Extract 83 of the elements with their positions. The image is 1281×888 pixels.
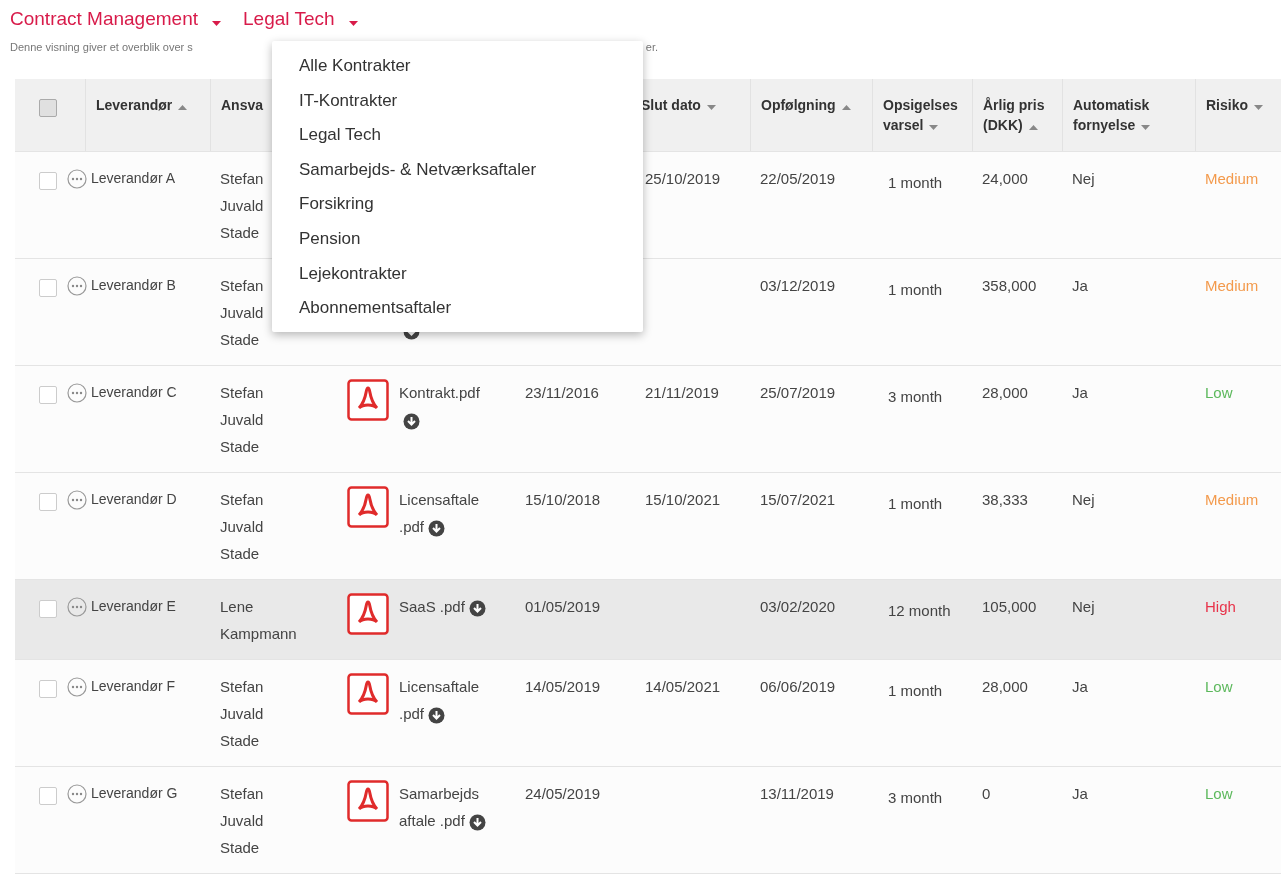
file-link[interactable]: Samarbejds aftale .pdf [399,780,494,834]
file-link[interactable]: Kontrakt.pdf [399,379,494,433]
owner-text: Stefan Juvald Stade [220,677,265,751]
owner-text: Stefan Juvald Stade [220,784,265,858]
dropdown-item[interactable]: Abonnementsaftaler [272,291,643,326]
file-link[interactable]: Licensaftale .pdf [399,673,494,727]
notice-text: 3 month [888,788,943,808]
risk-label: Medium [1205,276,1259,296]
owner-text: Stefan Juvald Stade [220,490,265,564]
owner-text: Stefan Juvald Stade [220,276,265,350]
supplier-text: Leverandør F [91,677,176,696]
risk-label: Low [1205,784,1233,804]
column-header[interactable]: Leverandør [96,95,188,115]
risk-label: High [1205,597,1236,617]
supplier-text: Leverandør C [91,383,177,402]
column-header[interactable]: Opsigelses varsel [883,95,968,135]
menu-dropdown-button[interactable]: Legal Tech [243,8,358,30]
start-date-text: 15/10/2018 [525,490,601,510]
menu-dropdown-button[interactable]: Contract Management [10,8,221,30]
notice-text: 1 month [888,494,943,514]
supplier-text: Leverandør G [91,784,178,803]
dropdown-item[interactable]: Pension [272,221,643,257]
description-text: Denne visning giver et overblik over s [10,41,193,53]
risk-label: Low [1205,677,1233,697]
supplier-text: Leverandør D [91,490,177,509]
column-header[interactable]: Risiko [1206,95,1263,115]
risk-label: Medium [1205,490,1259,510]
followup-date-text: 15/07/2021 [760,490,836,510]
file-link[interactable]: SaaS .pdf [399,593,486,635]
notice-text: 1 month [888,173,943,193]
risk-label: Low [1205,383,1233,403]
followup-date-text: 03/02/2020 [760,597,836,617]
price-text: 28,000 [982,383,1028,403]
renewal-text: Nej [1072,490,1095,510]
end-date-text: 14/05/2021 [645,677,721,697]
followup-date-text: 13/11/2019 [760,784,834,804]
column-header[interactable]: Opfølgning [761,95,851,115]
column-header[interactable]: Slut dato [641,95,716,115]
renewal-text: Ja [1072,383,1088,403]
risk-label: Medium [1205,169,1259,189]
file-link[interactable]: Licensaftale .pdf [399,486,494,540]
price-text: 358,000 [982,276,1037,296]
notice-text: 1 month [888,681,943,701]
dropdown-item[interactable]: Forsikring [272,187,643,222]
start-date-text: 23/11/2016 [525,383,599,403]
supplier-text: Leverandør E [91,597,176,616]
end-date-text: 25/10/2019 [645,169,721,189]
followup-date-text: 03/12/2019 [760,276,836,296]
supplier-text: Leverandør B [91,276,176,295]
column-header[interactable]: Automatisk fornyelse [1073,95,1165,135]
description-text: er. [645,41,658,53]
renewal-text: Ja [1072,276,1088,296]
start-date-text: 14/05/2019 [525,677,601,697]
price-text: 105,000 [982,597,1037,617]
dropdown-item[interactable]: Samarbejds- & Netværksaftaler [272,152,643,188]
renewal-text: Nej [1072,597,1095,617]
end-date-text: 21/11/2019 [645,383,719,403]
price-text: 0 [982,784,991,804]
price-text: 24,000 [982,169,1028,189]
renewal-text: Ja [1072,784,1088,804]
followup-date-text: 06/06/2019 [760,677,836,697]
notice-text: 3 month [888,387,943,407]
owner-text: Stefan Juvald Stade [220,383,265,457]
price-text: 28,000 [982,677,1028,697]
followup-date-text: 22/05/2019 [760,169,836,189]
start-date-text: 24/05/2019 [525,784,601,804]
start-date-text: 01/05/2019 [525,597,601,617]
dropdown-item[interactable]: IT-Kontrakter [272,83,643,119]
owner-text: Lene Kampmann [220,597,298,644]
dropdown-item[interactable]: Lejekontrakter [272,256,643,292]
dropdown-item[interactable]: Legal Tech [272,118,643,153]
renewal-text: Ja [1072,677,1088,697]
renewal-text: Nej [1072,169,1095,189]
column-header[interactable]: Ansva [221,95,264,115]
supplier-text: Leverandør A [91,169,176,188]
price-text: 38,333 [982,490,1028,510]
notice-text: 12 month [888,601,951,621]
followup-date-text: 25/07/2019 [760,383,836,403]
dropdown-item[interactable]: Alle Kontrakter [272,49,643,84]
end-date-text: 15/10/2021 [645,490,721,510]
owner-text: Stefan Juvald Stade [220,169,265,243]
column-header[interactable]: Årlig pris (DKK) [983,95,1058,135]
notice-text: 1 month [888,280,943,300]
